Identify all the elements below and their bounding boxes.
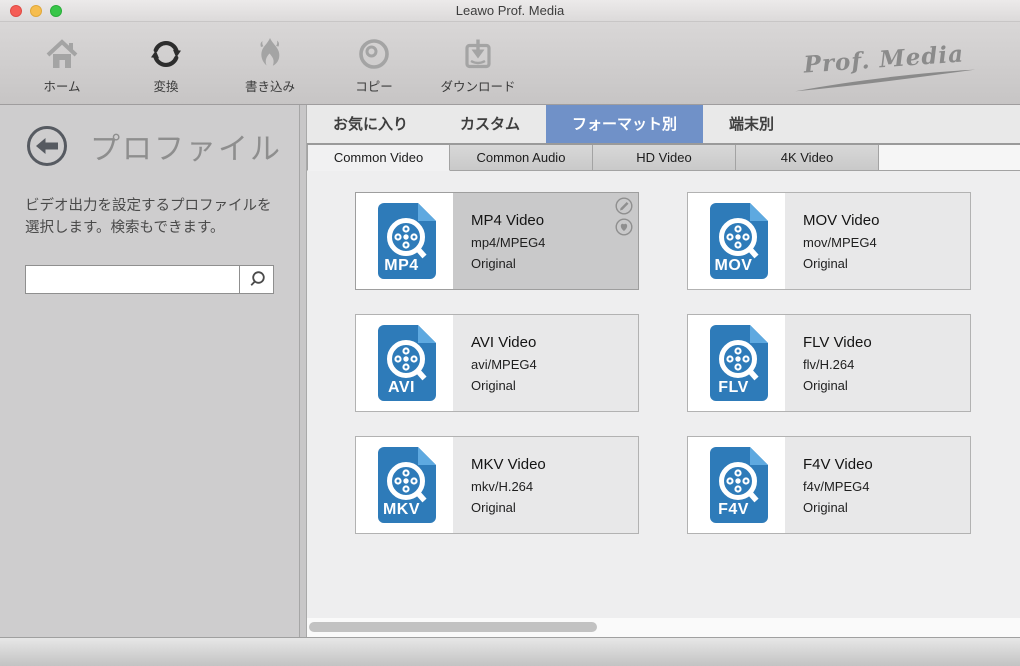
nav-copy-label: コピー xyxy=(355,80,393,94)
convert-icon xyxy=(147,35,185,73)
card-quality: Original xyxy=(471,499,516,515)
card-codec: mkv/H.264 xyxy=(471,478,534,494)
card-title: AVI Video xyxy=(471,333,537,351)
footer-bar xyxy=(0,637,1020,666)
search-icon xyxy=(250,271,265,287)
window-title: Leawo Prof. Media xyxy=(455,3,565,18)
search-box xyxy=(25,264,274,294)
category-tabs: お気に入り カスタム フォーマット別 端末別 xyxy=(307,105,1020,145)
card-codec: avi/MPEG4 xyxy=(471,356,537,372)
subtab-common-audio[interactable]: Common Audio xyxy=(450,145,593,171)
format-card-mov[interactable]: MOV MOV Video mov/MPEG4 Original xyxy=(687,192,971,290)
card-quality: Original xyxy=(471,255,516,271)
sidebar-description: ビデオ出力を設定するプロファイルを選択します。検索もできます。 xyxy=(25,198,272,237)
download-icon xyxy=(459,35,497,73)
main-panel: お気に入り カスタム フォーマット別 端末別 Common Video Comm… xyxy=(307,105,1020,637)
nav-burn[interactable]: 書き込み xyxy=(218,22,322,95)
f4v-file-icon: F4V xyxy=(688,437,785,533)
avi-file-icon: AVI xyxy=(356,315,453,411)
card-title: MP4 Video xyxy=(471,211,545,229)
card-codec: mp4/MPEG4 xyxy=(471,234,546,250)
subtab-hd-video[interactable]: HD Video xyxy=(593,145,736,171)
nav-convert-label: 変換 xyxy=(153,80,179,94)
format-badge: FLV xyxy=(718,379,749,396)
format-card-mkv[interactable]: MKV MKV Video mkv/H.264 Original xyxy=(355,436,639,534)
card-title: MKV Video xyxy=(471,455,546,473)
page-title: プロファイル xyxy=(90,133,282,166)
burn-icon xyxy=(251,35,289,73)
format-badge: AVI xyxy=(388,379,415,396)
card-title: MOV Video xyxy=(803,211,880,229)
format-card-flv[interactable]: FLV FLV Video flv/H.264 Original xyxy=(687,314,971,412)
nav-burn-label: 書き込み xyxy=(244,80,295,94)
format-badge: MOV xyxy=(714,257,753,274)
back-button[interactable] xyxy=(26,125,68,167)
card-title: F4V Video xyxy=(803,455,873,473)
tab-custom[interactable]: カスタム xyxy=(434,105,546,143)
format-subtabs: Common Video Common Audio HD Video 4K Vi… xyxy=(307,145,1020,171)
card-title: FLV Video xyxy=(803,333,872,351)
pencil-icon xyxy=(615,197,633,215)
format-card-f4v[interactable]: F4V F4V Video f4v/MPEG4 Original xyxy=(687,436,971,534)
nav-download-label: ダウンロード xyxy=(440,80,516,94)
nav-download[interactable]: ダウンロード xyxy=(426,22,530,95)
horizontal-scrollbar-thumb[interactable] xyxy=(309,622,597,632)
sidebar: プロファイル ビデオ出力を設定するプロファイルを選択します。検索もできます。 xyxy=(0,105,300,637)
format-badge: F4V xyxy=(718,501,749,518)
edit-profile-button[interactable] xyxy=(615,197,633,215)
card-codec: mov/MPEG4 xyxy=(803,234,877,250)
search-input[interactable] xyxy=(26,265,239,293)
subtab-4k-video[interactable]: 4K Video xyxy=(736,145,879,171)
tab-by-device[interactable]: 端末別 xyxy=(703,105,800,143)
traffic-lights xyxy=(10,5,62,17)
pane-splitter[interactable] xyxy=(300,105,307,637)
nav-convert[interactable]: 変換 xyxy=(114,22,218,95)
format-badge: MP4 xyxy=(384,257,419,274)
format-grid: MP4 MP4 Video mp4/MPEG4 Original MOV MOV… xyxy=(355,192,971,534)
toolbar: ホーム 変換 書き込み コピー ダウンロード Prof. Media xyxy=(0,22,1020,105)
flv-file-icon: FLV xyxy=(688,315,785,411)
format-badge: MKV xyxy=(382,501,421,518)
minimize-button[interactable] xyxy=(30,5,42,17)
card-quality: Original xyxy=(803,499,848,515)
card-quality: Original xyxy=(803,255,848,271)
heart-icon xyxy=(615,218,633,236)
app-window: Leawo Prof. Media ホーム 変換 書き込み コピー ダウンロード… xyxy=(0,0,1020,666)
profiles-content: MP4 MP4 Video mp4/MPEG4 Original MOV MOV… xyxy=(307,171,1020,637)
card-codec: flv/H.264 xyxy=(803,356,855,372)
horizontal-scrollbar-track[interactable] xyxy=(307,618,1020,637)
tab-favorites[interactable]: お気に入り xyxy=(307,105,434,143)
home-icon xyxy=(43,35,81,73)
favorite-button[interactable] xyxy=(615,218,633,236)
nav-copy[interactable]: コピー xyxy=(322,22,426,95)
mp4-file-icon: MP4 xyxy=(356,193,453,289)
subtab-common-video[interactable]: Common Video xyxy=(307,145,450,171)
nav-home[interactable]: ホーム xyxy=(10,22,114,95)
brand-logo: Prof. Media xyxy=(786,39,984,98)
nav-home-label: ホーム xyxy=(43,80,81,94)
search-button[interactable] xyxy=(239,265,273,293)
zoom-button[interactable] xyxy=(50,5,62,17)
format-card-avi[interactable]: AVI AVI Video avi/MPEG4 Original xyxy=(355,314,639,412)
card-quality: Original xyxy=(803,377,848,393)
copy-icon xyxy=(355,35,393,73)
mov-file-icon: MOV xyxy=(688,193,785,289)
card-codec: f4v/MPEG4 xyxy=(803,478,870,494)
card-quality: Original xyxy=(471,377,516,393)
close-button[interactable] xyxy=(10,5,22,17)
subtab-filler xyxy=(879,145,1020,171)
tab-by-format[interactable]: フォーマット別 xyxy=(546,105,704,143)
titlebar: Leawo Prof. Media xyxy=(0,0,1020,22)
format-card-mp4[interactable]: MP4 MP4 Video mp4/MPEG4 Original xyxy=(355,192,639,290)
mkv-file-icon: MKV xyxy=(356,437,453,533)
